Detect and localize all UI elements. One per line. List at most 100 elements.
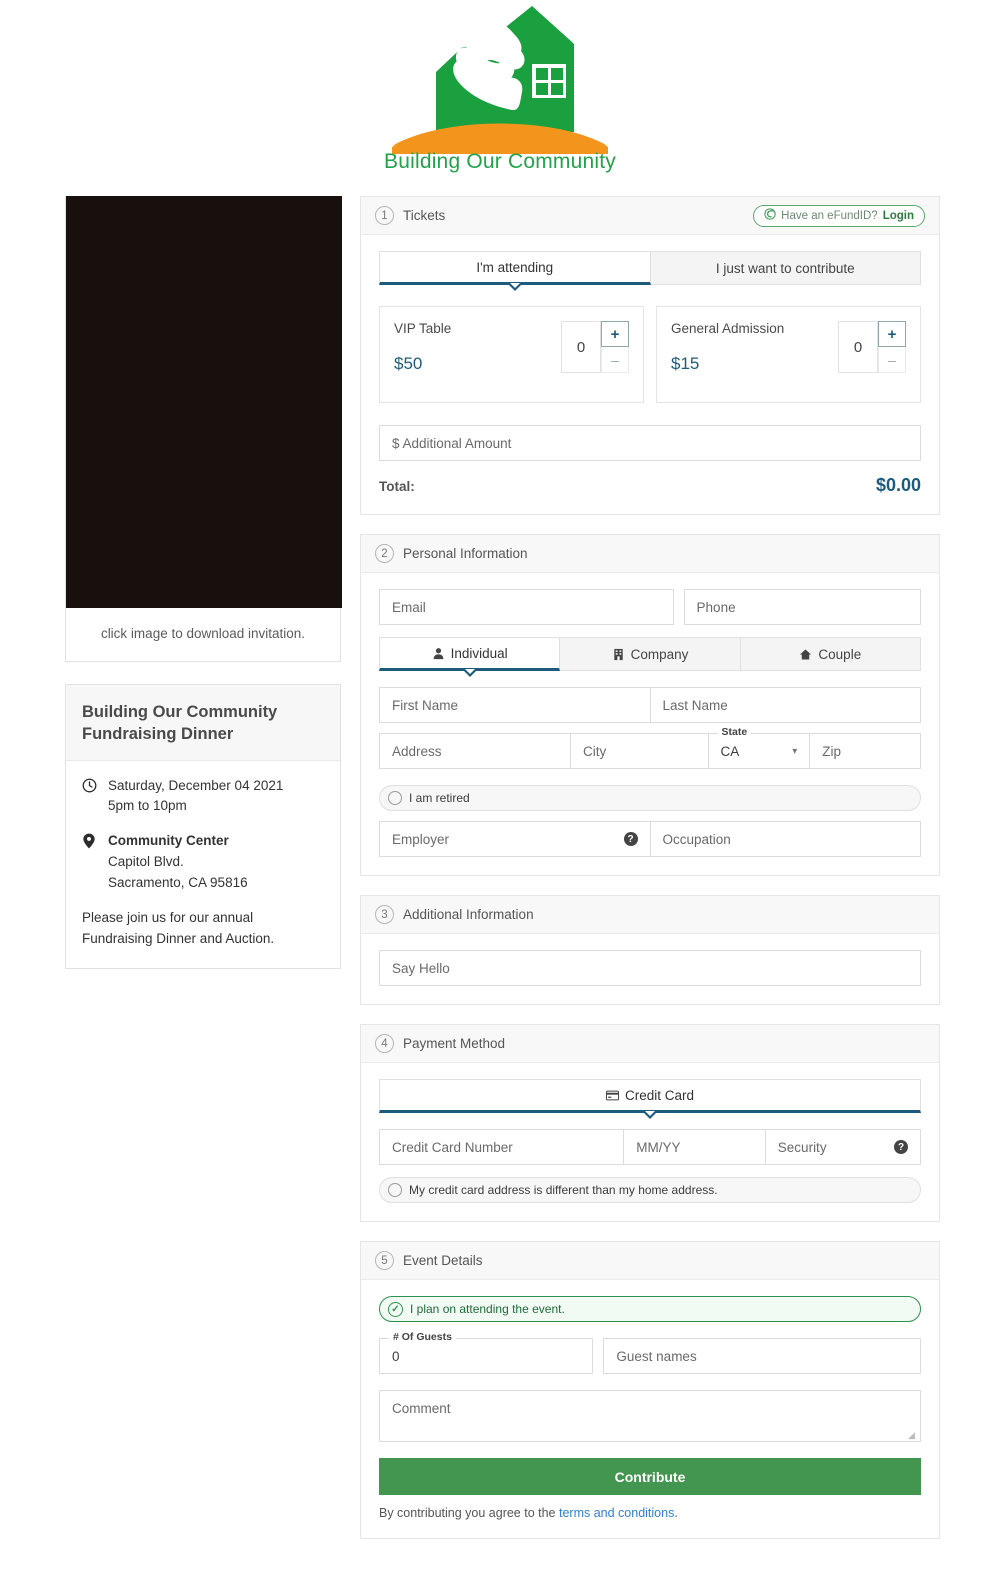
tab-im-attending-label: I'm attending	[476, 260, 553, 275]
terms-and-conditions-link[interactable]: terms and conditions	[559, 1506, 674, 1520]
ticket-qty-value[interactable]: 0	[838, 321, 878, 373]
card-expiry-input[interactable]: MM/YY	[623, 1129, 765, 1165]
ticket-qty-increment[interactable]: +	[878, 321, 906, 347]
terms-prefix: By contributing you agree to the	[379, 1506, 559, 1520]
additional-information-panel: 3 Additional Information Say Hello	[360, 895, 940, 1005]
ticket-name: VIP Table	[394, 321, 451, 336]
check-circle-icon: ✓	[388, 1302, 403, 1317]
terms-suffix: .	[674, 1506, 677, 1520]
guest-names-input[interactable]: Guest names	[603, 1338, 921, 1374]
card-fields-row: Credit Card Number MM/YY Security ?	[379, 1129, 921, 1165]
contribute-button[interactable]: Contribute	[379, 1458, 921, 1495]
tab-just-contribute-label: I just want to contribute	[716, 261, 855, 276]
panel-title: Tickets	[403, 208, 445, 223]
state-select[interactable]: CA ▾	[708, 733, 810, 769]
tab-company-label: Company	[631, 647, 689, 662]
different-billing-address-toggle[interactable]: My credit card address is different than…	[379, 1177, 921, 1203]
personal-panel-header: 2 Personal Information	[361, 535, 939, 573]
total-value: $0.00	[876, 475, 921, 496]
efundid-login-badge[interactable]: Have an eFundID? Login	[753, 205, 925, 227]
panel-title: Additional Information	[403, 907, 534, 922]
ticket-price: $15	[671, 354, 784, 374]
site-logo: Building Our Community	[0, 0, 1000, 174]
card-security-input[interactable]: Security ?	[765, 1129, 921, 1165]
home-icon	[799, 647, 812, 662]
efund-login-link[interactable]: Login	[883, 210, 914, 222]
tab-couple[interactable]: Couple	[741, 637, 921, 671]
map-pin-icon	[82, 831, 108, 894]
tab-individual-label: Individual	[451, 646, 508, 661]
employer-placeholder-text: Employer	[392, 832, 449, 847]
step-number: 1	[375, 206, 394, 225]
city-input[interactable]: City	[570, 733, 707, 769]
help-icon[interactable]: ?	[624, 832, 638, 846]
attending-toggle[interactable]: ✓ I plan on attending the event.	[379, 1296, 921, 1322]
ticket-qty-decrement[interactable]: –	[601, 347, 629, 373]
ticket-qty-value[interactable]: 0	[561, 321, 601, 373]
payment-tabs: Credit Card	[379, 1079, 921, 1113]
event-info-card: Building Our Community Fundraising Dinne…	[65, 684, 341, 969]
contributor-type-tabs: Individual Company Couple	[379, 637, 921, 671]
event-details-panel-header: 5 Event Details	[361, 1242, 939, 1280]
ticket-card-general: General Admission $15 0 + –	[656, 306, 921, 403]
ticket-qty-stepper-vip[interactable]: 0 + –	[561, 321, 629, 373]
event-photo[interactable]	[66, 196, 342, 608]
comment-textarea[interactable]: Comment ◢	[379, 1390, 921, 1442]
panel-title: Event Details	[403, 1253, 483, 1268]
zip-input[interactable]: Zip	[809, 733, 921, 769]
ticket-qty-increment[interactable]: +	[601, 321, 629, 347]
clock-icon	[82, 776, 108, 818]
employment-row: Employer ? Occupation	[379, 821, 921, 857]
step-number: 3	[375, 905, 394, 924]
terms-text: By contributing you agree to the terms a…	[379, 1506, 921, 1520]
tab-individual[interactable]: Individual	[379, 637, 560, 671]
total-label: Total:	[379, 479, 415, 494]
guests-input[interactable]: 0	[379, 1338, 593, 1374]
state-select-wrap[interactable]: State CA ▾	[708, 733, 810, 769]
retired-toggle[interactable]: I am retired	[379, 785, 921, 811]
tickets-panel-header: 1 Tickets Have an eFundID? Login	[361, 197, 939, 235]
panel-title: Payment Method	[403, 1036, 505, 1051]
photo-caption: click image to download invitation.	[66, 608, 340, 661]
card-number-input[interactable]: Credit Card Number	[379, 1129, 623, 1165]
tab-just-contribute[interactable]: I just want to contribute	[651, 251, 922, 285]
event-description: Please join us for our annual Fundraisin…	[82, 908, 324, 950]
radio-unchecked-icon	[388, 791, 402, 805]
tab-im-attending[interactable]: I'm attending	[379, 251, 651, 285]
guests-field-wrap[interactable]: # Of Guests 0	[379, 1338, 593, 1374]
guests-label: # Of Guests	[389, 1331, 456, 1343]
email-input[interactable]: Email	[379, 589, 674, 625]
efund-swirl-icon	[764, 208, 776, 223]
chevron-down-icon: ▾	[792, 746, 797, 757]
tab-credit-card[interactable]: Credit Card	[379, 1079, 921, 1113]
phone-input[interactable]: Phone	[684, 589, 921, 625]
guests-row: # Of Guests 0 Guest names	[379, 1338, 921, 1374]
radio-unchecked-icon	[388, 1183, 402, 1197]
ticket-card-vip: VIP Table $50 0 + –	[379, 306, 644, 403]
additional-panel-header: 3 Additional Information	[361, 896, 939, 934]
employer-input[interactable]: Employer ?	[379, 821, 650, 857]
contact-row: Email Phone	[379, 589, 921, 625]
tab-credit-card-label: Credit Card	[625, 1088, 694, 1103]
occupation-input[interactable]: Occupation	[650, 821, 922, 857]
event-time: 5pm to 10pm	[108, 796, 283, 817]
additional-amount-input[interactable]: $ Additional Amount	[379, 425, 921, 461]
name-row: First Name Last Name	[379, 687, 921, 723]
invitation-image-card[interactable]: click image to download invitation.	[65, 196, 341, 662]
ticket-qty-stepper-general[interactable]: 0 + –	[838, 321, 906, 373]
say-hello-input[interactable]: Say Hello	[379, 950, 921, 986]
retired-label: I am retired	[409, 791, 470, 805]
tickets-panel: 1 Tickets Have an eFundID? Login	[360, 196, 940, 515]
first-name-input[interactable]: First Name	[379, 687, 650, 723]
event-details-panel: 5 Event Details ✓ I plan on attending th…	[360, 1241, 940, 1539]
ticket-qty-decrement[interactable]: –	[878, 347, 906, 373]
ticket-options: VIP Table $50 0 + – Ge	[379, 306, 921, 403]
event-address: Capitol Blvd.	[108, 852, 248, 873]
help-icon[interactable]: ?	[894, 1140, 908, 1154]
address-input[interactable]: Address	[379, 733, 570, 769]
last-name-input[interactable]: Last Name	[650, 687, 922, 723]
tab-couple-label: Couple	[818, 647, 861, 662]
tab-company[interactable]: Company	[560, 637, 740, 671]
state-label: State	[718, 726, 752, 738]
resize-grip-icon[interactable]: ◢	[908, 1430, 918, 1440]
